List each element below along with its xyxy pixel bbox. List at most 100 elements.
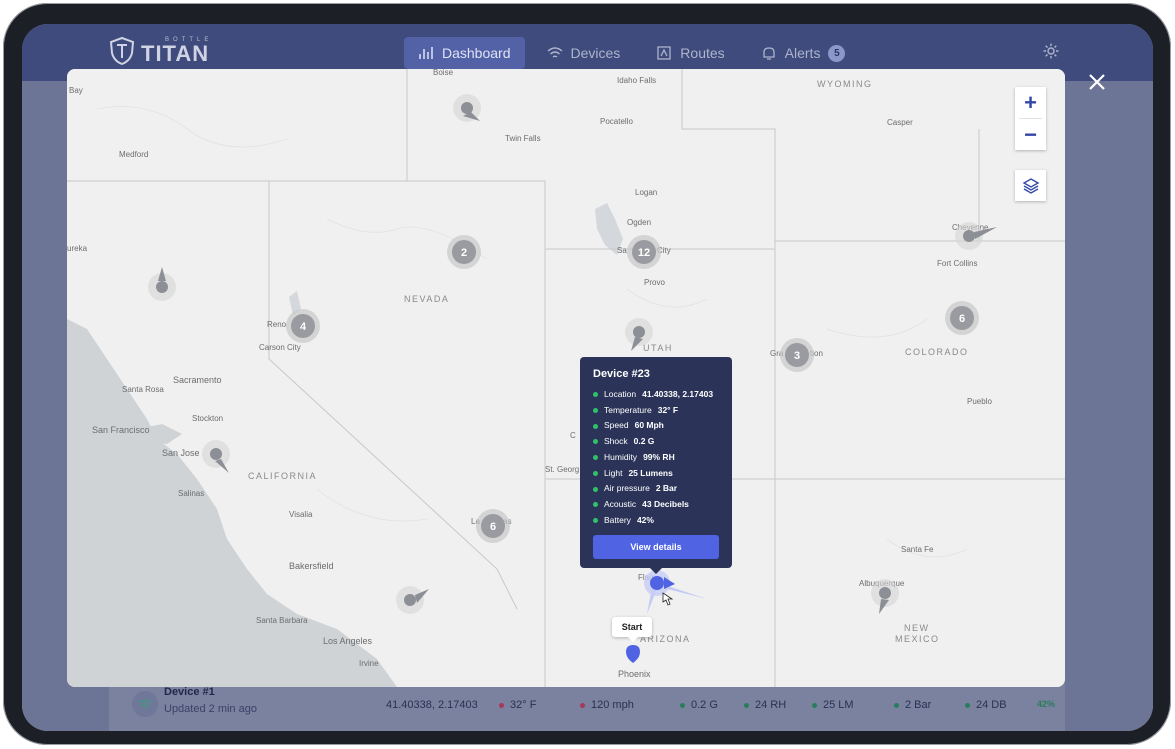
close-modal-icon[interactable]: [1087, 72, 1107, 92]
place-label: Provo: [644, 278, 665, 287]
metric-value: 2 Bar: [655, 483, 678, 494]
place-label: Los Angeles: [323, 636, 373, 646]
place-label: Stockton: [192, 414, 223, 423]
device-location-value: 41.40338, 2.17403: [386, 699, 478, 711]
metric-label: Location: [604, 389, 637, 399]
place-label: Idaho Falls: [617, 76, 656, 85]
metric-acoustic: Acoustic 43 Decibels: [593, 497, 713, 513]
state-label: COLORADO: [905, 347, 969, 357]
device-temperature: 32° F: [499, 699, 536, 711]
place-label: Sa: [617, 246, 627, 255]
place-label: Casper: [887, 118, 913, 127]
place-label: Visalia: [289, 510, 313, 519]
settings-gear-icon[interactable]: [1042, 42, 1060, 60]
device-battery-value: 42%: [1037, 699, 1056, 709]
device-humidity: 24 RH: [744, 699, 786, 711]
place-label: Salinas: [178, 489, 204, 498]
place-label: Boise: [433, 69, 454, 77]
popup-title: Device #23: [593, 368, 650, 380]
place-label: Santa Fe: [901, 545, 934, 554]
bell-icon: [763, 47, 775, 60]
device-battery: 42%: [1037, 699, 1055, 709]
state-label: NEW: [904, 623, 930, 633]
device-name: Device #1: [164, 686, 215, 698]
device-humidity-value: 24 RH: [755, 699, 787, 711]
metric-humidity: Humidity 99% RH: [593, 450, 713, 466]
cluster-count: 6: [959, 313, 965, 325]
device-shock-value: 0.2 G: [691, 699, 718, 711]
metric-label: Acoustic: [604, 498, 637, 509]
layers-icon: [1022, 177, 1039, 194]
zoom-out-button[interactable]: −: [1015, 119, 1046, 150]
layers-button[interactable]: [1015, 170, 1046, 201]
map-canvas[interactable]: Boise Idaho Falls WYOMING Bay Pocatello …: [67, 69, 1065, 687]
metric-label: Humidity: [604, 451, 638, 462]
device-acoustic-value: 24 DB: [976, 699, 1007, 711]
device-shock: 0.2 G: [680, 699, 718, 711]
metric-label: Speed: [604, 420, 629, 431]
view-details-button[interactable]: View details: [593, 535, 719, 559]
metric-value: 42%: [636, 514, 654, 525]
cluster-count: 4: [300, 321, 307, 333]
map-icon: [657, 46, 671, 60]
metric-value: 43 Decibels: [642, 498, 689, 509]
state-label: UTAH: [643, 343, 673, 353]
place-label: Bakersfield: [289, 561, 334, 571]
device-acoustic: 24 DB: [965, 699, 1007, 711]
device-speed-value: 120 mph: [591, 699, 634, 711]
metric-value: 32° F: [657, 404, 679, 415]
state-label: WYOMING: [817, 79, 873, 89]
place-label: Twin Falls: [505, 134, 541, 143]
metric-air-pressure: Air pressure 2 Bar: [593, 481, 713, 497]
device-temperature-value: 32° F: [510, 699, 537, 711]
device-location: 41.40338, 2.17403: [386, 699, 478, 711]
cluster-count: 12: [638, 247, 650, 259]
metric-label: Temperature: [604, 404, 652, 415]
metric-label: Air pressure: [604, 483, 650, 494]
device-pressure: 2 Bar: [894, 699, 931, 711]
nav-dashboard-label: Dashboard: [442, 45, 511, 61]
state-label: MEXICO: [895, 634, 940, 644]
place-label: Pocatello: [600, 117, 633, 126]
metric-light: Light 25 Lumens: [593, 466, 713, 482]
device-table-row[interactable]: Device #1 Updated 2 min ago 41.40338, 2.…: [109, 680, 1065, 731]
wifi-icon: [547, 47, 562, 58]
place-label: Bay: [69, 86, 83, 95]
nav-dashboard[interactable]: Dashboard: [404, 37, 525, 69]
zoom-in-button[interactable]: +: [1015, 87, 1046, 118]
place-label: Ogden: [627, 218, 651, 227]
place-label: Logan: [635, 188, 657, 197]
place-label: Santa Rosa: [122, 385, 164, 394]
cluster-count: 3: [794, 350, 800, 362]
device-info-popup: Device #23 Location 41.40338, 2.17403 Tem…: [580, 357, 732, 574]
metric-value: 0.2 G: [633, 436, 655, 447]
cluster-count: 2: [461, 247, 467, 259]
cluster-count: 6: [490, 521, 496, 533]
nav-routes[interactable]: Routes: [642, 37, 738, 69]
map-modal: Boise Idaho Falls WYOMING Bay Pocatello …: [67, 69, 1065, 687]
place-label: Irvine: [359, 659, 379, 668]
start-label: Start: [612, 617, 652, 642]
place-label: San Francisco: [92, 425, 150, 435]
place-label: C: [570, 431, 576, 440]
alerts-count-badge: 5: [828, 44, 846, 62]
place-label: Carson City: [259, 343, 301, 352]
metric-value: 25 Lumens: [628, 467, 673, 478]
nav-devices[interactable]: Devices: [533, 37, 635, 69]
metric-location: Location 41.40338, 2.17403: [593, 387, 713, 403]
metric-temperature: Temperature 32° F: [593, 403, 713, 419]
nav-devices-label: Devices: [570, 45, 621, 61]
metric-speed: Speed 60 Mph: [593, 418, 713, 434]
place-label: Sacramento: [173, 375, 222, 385]
metric-label: Light: [604, 467, 623, 478]
metric-value: 41.40338, 2.17403: [642, 389, 714, 399]
popup-pointer: [650, 568, 662, 574]
app-logo[interactable]: BOTTLE TITAN: [109, 36, 212, 66]
place-label: Fort Collins: [937, 259, 977, 268]
nav-alerts[interactable]: Alerts 5: [747, 37, 860, 69]
device-light-value: 25 LM: [823, 699, 854, 711]
zoom-controls: + −: [1015, 87, 1046, 150]
state-label: NEVADA: [404, 294, 449, 304]
metric-label: Battery: [604, 514, 631, 525]
device-updated: Updated 2 min ago: [164, 703, 257, 715]
